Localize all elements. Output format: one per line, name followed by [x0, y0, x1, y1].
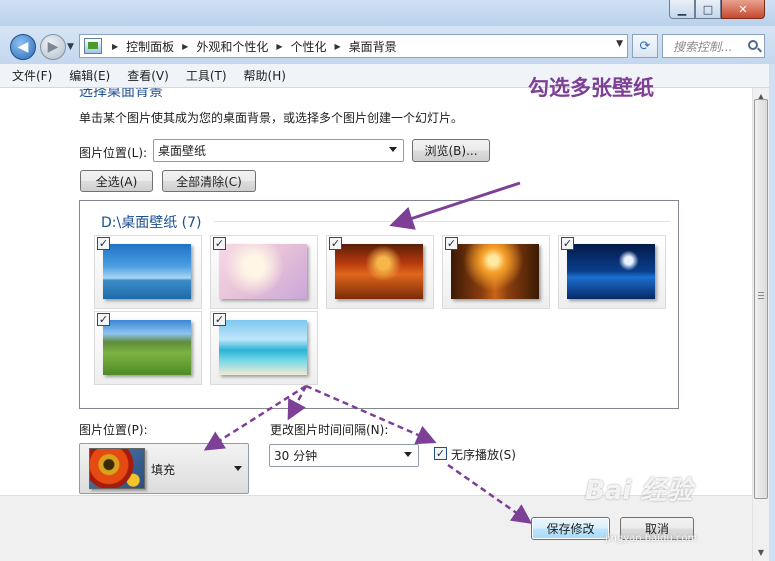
wallpaper-checkbox[interactable]: ✓: [97, 313, 110, 326]
watermark-url: jingyan.baidu.com: [605, 533, 698, 544]
minimize-icon[interactable]: ▁: [669, 0, 695, 19]
forward-arrow-icon[interactable]: ▶: [40, 34, 66, 60]
wallpaper-checkbox[interactable]: ✓: [329, 237, 342, 250]
wallpaper-thumbnail[interactable]: ✓: [558, 235, 666, 309]
breadcrumb-separator-icon[interactable]: ▶: [182, 42, 188, 51]
flower-preview-image: [89, 448, 145, 489]
vertical-scrollbar[interactable]: ▲ ▼: [752, 88, 769, 561]
menu-edit[interactable]: 编辑(E): [69, 67, 110, 84]
breadcrumb: ▶ 控制面板 ▶ 外观和个性化 ▶ 个性化 ▶ 桌面背景: [108, 38, 397, 55]
breadcrumb-personalization[interactable]: 个性化: [291, 38, 327, 55]
address-dropdown-icon[interactable]: ▼: [616, 39, 623, 49]
refresh-icon[interactable]: ⟳: [632, 34, 658, 58]
sky-sea-wallpaper: [103, 244, 191, 299]
menu-help[interactable]: 帮助(H): [244, 67, 286, 84]
wallpaper-thumbnail[interactable]: ✓: [210, 235, 318, 309]
tropical-beach-wallpaper: [219, 320, 307, 375]
forest-sunlight-wallpaper: [451, 244, 539, 299]
page-title: 选择桌面背景: [79, 88, 163, 100]
chevron-down-icon: [404, 452, 412, 457]
shuffle-checkbox[interactable]: ✓: [434, 447, 447, 460]
picture-position-select[interactable]: 填充: [79, 443, 249, 494]
interval-value: 30 分钟: [274, 449, 318, 463]
interval-label: 更改图片时间间隔(N):: [270, 423, 389, 437]
control-panel-icon: [84, 38, 102, 54]
breadcrumb-control-panel[interactable]: 控制面板: [126, 38, 174, 55]
menu-view[interactable]: 查看(V): [127, 67, 169, 84]
picture-position-value: 填充: [151, 463, 176, 477]
breadcrumb-separator-icon[interactable]: ▶: [112, 42, 118, 51]
night-water-wallpaper: [567, 244, 655, 299]
breadcrumb-separator-icon[interactable]: ▶: [335, 42, 341, 51]
page-description: 单击某个图片使其成为您的桌面背景，或选择多个图片创建一个幻灯片。: [79, 111, 464, 125]
picture-position-label: 图片位置(P):: [79, 423, 148, 437]
menu-tools[interactable]: 工具(T): [186, 67, 227, 84]
watermark-logo: Bai 经验: [585, 476, 693, 506]
wallpaper-thumbnail[interactable]: ✓: [94, 311, 202, 385]
interval-select[interactable]: 30 分钟: [269, 444, 419, 467]
wallpaper-gallery: D:\桌面壁纸 (7) ✓ ✓ ✓ ✓ ✓ ✓ ✓: [79, 200, 679, 409]
address-bar[interactable]: ▶ 控制面板 ▶ 外观和个性化 ▶ 个性化 ▶ 桌面背景 ▼: [79, 34, 628, 58]
select-all-button[interactable]: 全选(A): [80, 170, 153, 192]
picture-location-select[interactable]: 桌面壁纸: [153, 139, 404, 162]
group-divider: [214, 221, 670, 222]
menu-bar: 文件(F) 编辑(E) 查看(V) 工具(T) 帮助(H): [0, 64, 775, 88]
chevron-down-icon: [234, 466, 242, 471]
gallery-group-title: D:\桌面壁纸 (7): [101, 215, 202, 231]
breadcrumb-separator-icon[interactable]: ▶: [276, 42, 282, 51]
menu-file[interactable]: 文件(F): [12, 67, 52, 84]
shuffle-label[interactable]: 无序播放(S): [451, 446, 516, 463]
wallpaper-checkbox[interactable]: ✓: [213, 313, 226, 326]
breadcrumb-desktop-background[interactable]: 桌面背景: [349, 38, 397, 55]
browse-button[interactable]: 浏览(B)...: [412, 139, 490, 162]
wallpaper-checkbox[interactable]: ✓: [445, 237, 458, 250]
wallpaper-checkbox[interactable]: ✓: [97, 237, 110, 250]
picture-location-label: 图片位置(L):: [79, 146, 148, 160]
chevron-down-icon: [389, 147, 397, 152]
wallpaper-checkbox[interactable]: ✓: [561, 237, 574, 250]
wallpaper-thumbnail[interactable]: ✓: [326, 235, 434, 309]
picture-location-value: 桌面壁纸: [158, 144, 207, 158]
breadcrumb-appearance[interactable]: 外观和个性化: [196, 38, 268, 55]
close-icon[interactable]: ✕: [721, 0, 765, 19]
mountain-meadow-wallpaper: [103, 320, 191, 375]
grass-pink-wallpaper: [219, 244, 307, 299]
search-icon[interactable]: [748, 40, 758, 50]
navigation-bar: ◀ ▶ ▼ ▶ 控制面板 ▶ 外观和个性化 ▶ 个性化 ▶ 桌面背景 ▼ ⟳ 搜…: [0, 26, 775, 64]
annotation-text: 勾选多张壁纸: [528, 76, 654, 100]
window-controls: ▁ □ ✕: [669, 0, 765, 19]
clear-all-button[interactable]: 全部清除(C): [162, 170, 256, 192]
maximize-icon[interactable]: □: [695, 0, 721, 19]
save-button[interactable]: 保存修改: [531, 517, 610, 540]
wallpaper-thumbnail[interactable]: ✓: [210, 311, 318, 385]
scrollbar-thumb[interactable]: [754, 99, 768, 499]
search-placeholder: 搜索控制...: [673, 39, 733, 54]
search-input[interactable]: 搜索控制...: [662, 34, 765, 58]
window-frame: [769, 64, 775, 561]
wallpaper-thumbnail[interactable]: ✓: [94, 235, 202, 309]
recent-pages-chevron-icon[interactable]: ▼: [67, 42, 74, 52]
wallpaper-thumbnail[interactable]: ✓: [442, 235, 550, 309]
title-bar: ▁ □ ✕: [0, 0, 775, 26]
autumn-park-wallpaper: [335, 244, 423, 299]
wallpaper-checkbox[interactable]: ✓: [213, 237, 226, 250]
back-arrow-icon[interactable]: ◀: [10, 34, 36, 60]
scroll-down-icon[interactable]: ▼: [753, 544, 769, 561]
